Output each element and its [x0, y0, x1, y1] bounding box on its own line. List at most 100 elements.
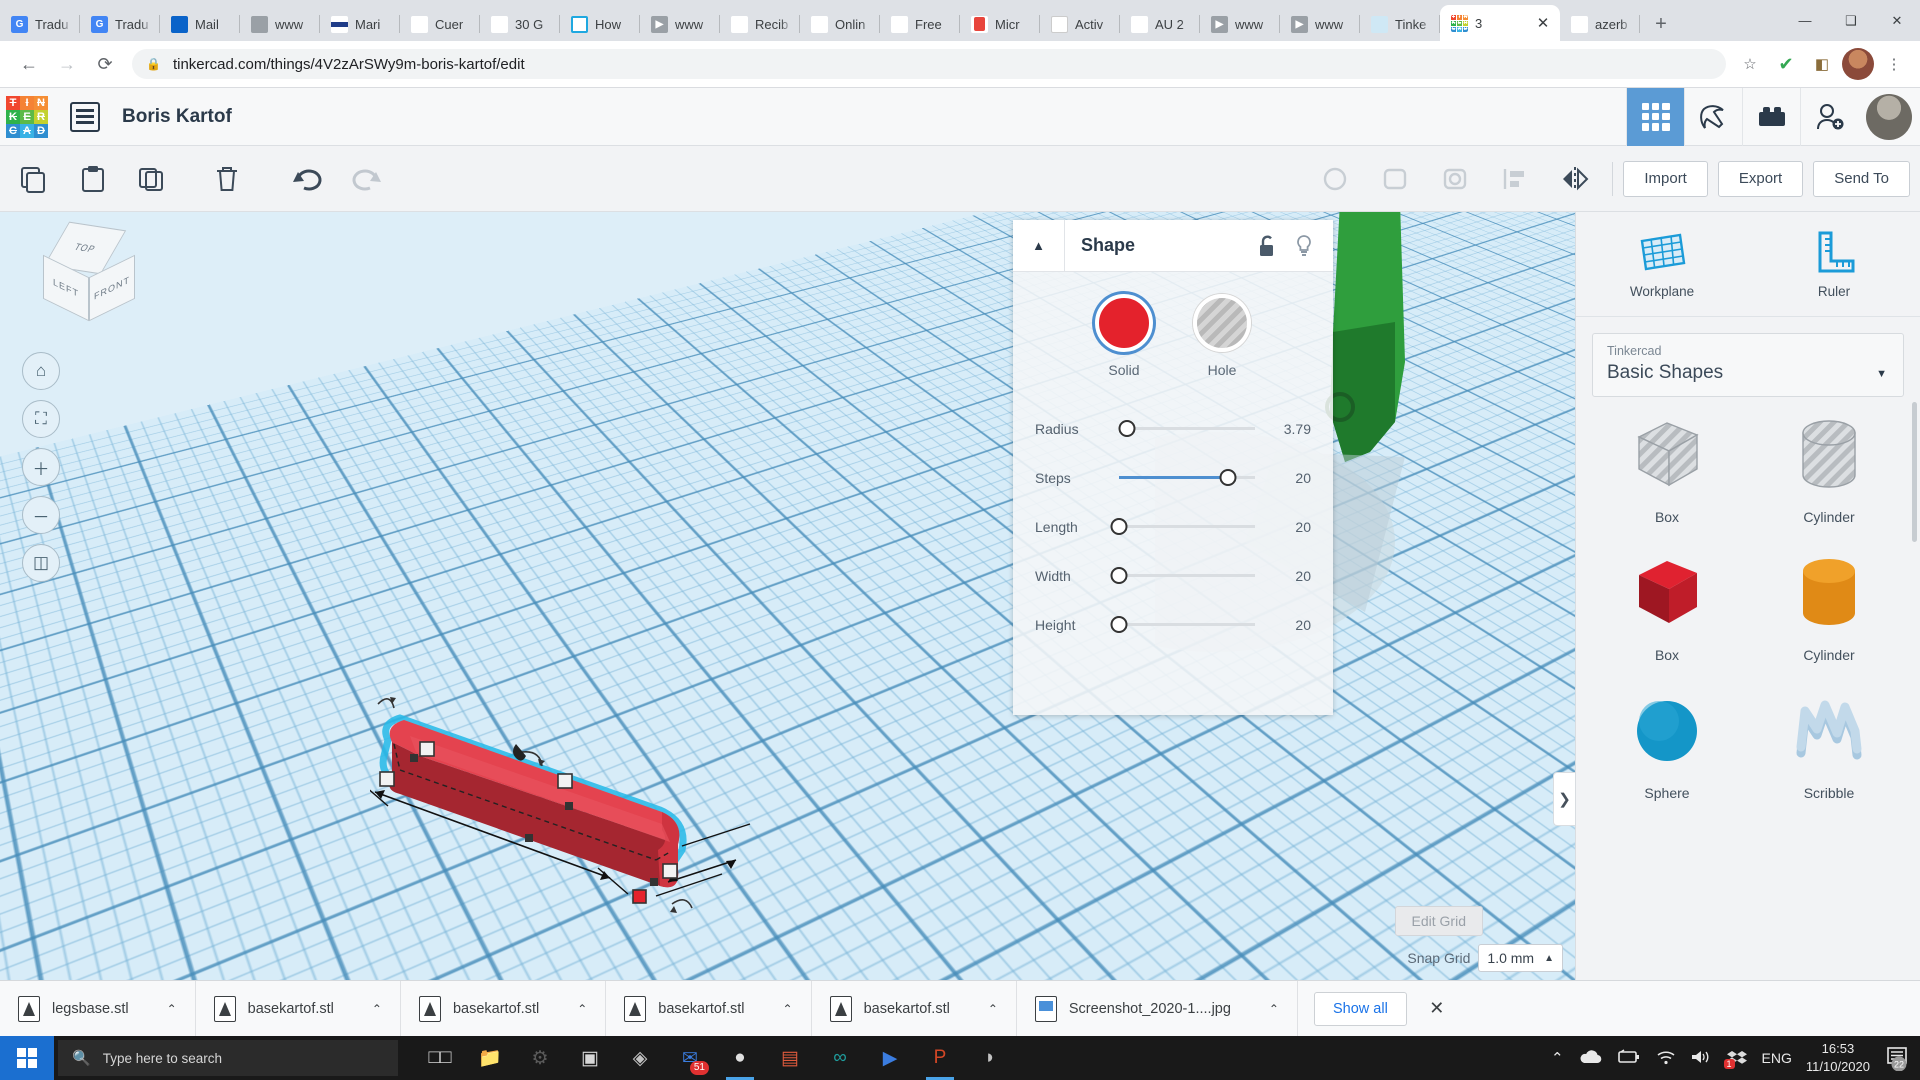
browser-tab[interactable]: M:How✕	[560, 7, 640, 41]
browser-tab[interactable]: TINKERCAD3✕	[1440, 5, 1560, 41]
minimize-button[interactable]: —	[1782, 0, 1828, 41]
redo-button[interactable]	[340, 152, 394, 206]
task-view-icon[interactable]: □□	[416, 1036, 464, 1080]
duplicate-button[interactable]	[126, 152, 180, 206]
notification-center-icon[interactable]: 22	[1884, 1045, 1910, 1071]
new-tab-button[interactable]: +	[1644, 7, 1678, 41]
download-menu-caret-icon[interactable]: ⌃	[783, 1002, 793, 1016]
steam-icon[interactable]: ⚙	[516, 1036, 564, 1080]
browser-tab[interactable]: ▲AU 2✕	[1120, 7, 1200, 41]
download-item[interactable]: basekartof.stl⌃	[606, 981, 811, 1037]
avatar[interactable]	[1866, 94, 1912, 140]
store-icon[interactable]: ▣	[566, 1036, 614, 1080]
sidebar-item-ruler[interactable]: Ruler	[1748, 212, 1920, 316]
collapse-panel-button[interactable]: ▲	[1013, 220, 1065, 272]
ortho-perspective-button[interactable]: ◫	[22, 544, 60, 582]
fit-all-button[interactable]: ⛶	[22, 400, 60, 438]
url-input[interactable]: 🔒 tinkercad.com/things/4V2zArSWy9m-boris…	[132, 49, 1726, 79]
download-menu-caret-icon[interactable]: ⌃	[167, 1002, 177, 1016]
file-explorer-icon[interactable]: 📁	[466, 1036, 514, 1080]
slider-track[interactable]	[1119, 525, 1255, 528]
slider-value[interactable]: 20	[1265, 617, 1311, 633]
back-button[interactable]: ←	[10, 45, 48, 83]
browser-tab[interactable]: G30 G✕	[480, 7, 560, 41]
send-to-button[interactable]: Send To	[1813, 161, 1910, 197]
onedrive-icon[interactable]	[1578, 1049, 1602, 1068]
3d-canvas[interactable]: TOP LEFT FRONT ⌂⛶＋－◫	[0, 212, 1575, 980]
zoom-out-button[interactable]: －	[22, 496, 60, 534]
copy-button[interactable]	[6, 152, 60, 206]
download-item[interactable]: Screenshot_2020-1....jpg⌃	[1017, 981, 1298, 1037]
download-item[interactable]: basekartof.stl⌃	[196, 981, 401, 1037]
lego-brick-icon[interactable]	[1742, 88, 1800, 146]
slider-knob[interactable]	[1111, 567, 1128, 584]
messenger-icon[interactable]: ✉51	[666, 1036, 714, 1080]
shape-item-hole-cylinder[interactable]: Cylinder	[1748, 411, 1910, 525]
browser-tab[interactable]: Cuer✕	[400, 7, 480, 41]
view-cube[interactable]: TOP LEFT FRONT	[30, 222, 140, 332]
download-menu-caret-icon[interactable]: ⌃	[988, 1002, 998, 1016]
chrome-icon[interactable]: ●	[716, 1036, 764, 1080]
cura-icon[interactable]: ◗	[966, 1036, 1014, 1080]
group-button[interactable]	[1308, 152, 1362, 206]
solid-mode-option[interactable]: Solid	[1095, 294, 1153, 378]
shape-item-sphere[interactable]: Sphere	[1586, 687, 1748, 801]
browser-tab[interactable]: Mail✕	[160, 7, 240, 41]
sidebar-scrollbar[interactable]	[1912, 402, 1917, 542]
ungroup-button[interactable]	[1368, 152, 1422, 206]
clock[interactable]: 16:53 11/10/2020	[1806, 1040, 1870, 1075]
undo-button[interactable]	[280, 152, 334, 206]
search-input[interactable]: 🔍 Type here to search	[58, 1040, 398, 1076]
slider-track[interactable]	[1119, 476, 1255, 479]
shape-item-scribble[interactable]: Scribble	[1748, 687, 1910, 801]
slider-knob[interactable]	[1111, 518, 1128, 535]
shape-item-red-box[interactable]: Box	[1586, 549, 1748, 663]
shape-item-hole-box[interactable]: Box	[1586, 411, 1748, 525]
snap-grid-select[interactable]: 1.0 mm ▲	[1478, 944, 1563, 972]
panel-toggle-button[interactable]: ❯	[1553, 772, 1575, 826]
shape-item-orange-cylinder[interactable]: Cylinder	[1748, 549, 1910, 663]
download-menu-caret-icon[interactable]: ⌃	[577, 1002, 587, 1016]
battery-charging-icon[interactable]	[1616, 1049, 1642, 1068]
slider-value[interactable]: 20	[1265, 470, 1311, 486]
browser-tab[interactable]: ▶www✕	[640, 7, 720, 41]
pdf-icon[interactable]: ▤	[766, 1036, 814, 1080]
profile-avatar-icon[interactable]	[1842, 48, 1874, 80]
grid-3d-icon[interactable]	[1626, 88, 1684, 146]
close-download-bar-button[interactable]: ✕	[1417, 989, 1457, 1029]
slider-value[interactable]: 20	[1265, 568, 1311, 584]
dropbox-icon[interactable]: 1	[1726, 1049, 1748, 1067]
sidebar-item-workplane[interactable]: Workplane	[1576, 212, 1748, 316]
browser-tab[interactable]: WIXFree✕	[880, 7, 960, 41]
forward-button[interactable]: →	[48, 45, 86, 83]
zoom-in-button[interactable]: ＋	[22, 448, 60, 486]
browser-tab[interactable]: ▶www✕	[1200, 7, 1280, 41]
start-button[interactable]	[0, 1036, 54, 1080]
browser-tab[interactable]: Activ✕	[1040, 7, 1120, 41]
lightbulb-icon[interactable]	[1289, 231, 1319, 261]
add-person-icon[interactable]	[1800, 88, 1858, 146]
zoom-icon[interactable]: ▶	[866, 1036, 914, 1080]
pickaxe-icon[interactable]	[1684, 88, 1742, 146]
browser-tab[interactable]: GTradu✕	[0, 7, 80, 41]
powerpoint-icon[interactable]: P	[916, 1036, 964, 1080]
slider-knob[interactable]	[1219, 469, 1236, 486]
download-item[interactable]: basekartof.stl⌃	[812, 981, 1017, 1037]
align-button[interactable]	[1488, 152, 1542, 206]
volume-icon[interactable]	[1690, 1049, 1712, 1068]
slider-track[interactable]	[1119, 574, 1255, 577]
browser-tab[interactable]: Tinke✕	[1360, 7, 1440, 41]
reload-button[interactable]: ⟳	[86, 45, 124, 83]
browser-tab[interactable]: Mari✕	[320, 7, 400, 41]
project-list-button[interactable]	[70, 102, 100, 132]
edit-grid-button[interactable]: Edit Grid	[1395, 906, 1483, 936]
extension-check-icon[interactable]: ✔	[1770, 48, 1802, 80]
hole-button[interactable]	[1428, 152, 1482, 206]
extension-puzzle-icon[interactable]: ◧	[1806, 48, 1838, 80]
browser-tab[interactable]: Micr✕	[960, 7, 1040, 41]
browser-tab[interactable]: Gazerb✕	[1560, 7, 1640, 41]
slider-knob[interactable]	[1111, 616, 1128, 633]
download-item[interactable]: legsbase.stl⌃	[0, 981, 196, 1037]
language-indicator[interactable]: ENG	[1762, 1050, 1792, 1066]
browser-tab[interactable]: MRecib✕	[720, 7, 800, 41]
